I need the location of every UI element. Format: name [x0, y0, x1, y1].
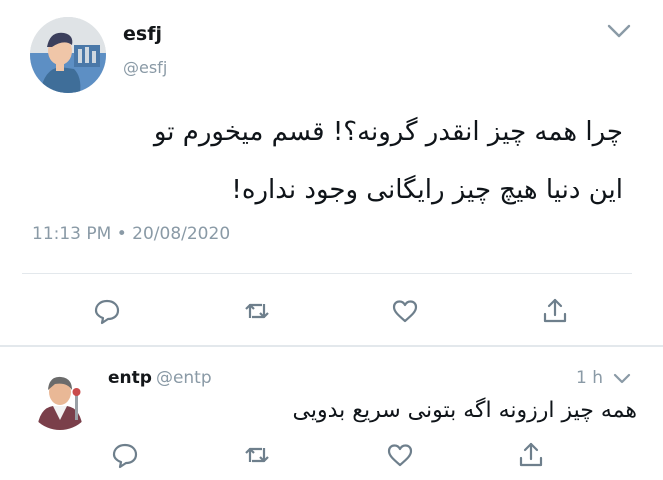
timestamp[interactable]: 11:13 PM • 20/08/2020: [32, 224, 230, 244]
share-icon[interactable]: [540, 296, 570, 326]
display-name[interactable]: esfj: [123, 23, 162, 45]
divider: [22, 273, 632, 274]
reply-header: entp @entp: [108, 368, 212, 388]
thread-divider: [0, 345, 663, 347]
reply-time[interactable]: 1 h: [576, 368, 603, 388]
reply-avatar[interactable]: [27, 364, 93, 430]
retweet-icon[interactable]: [242, 296, 272, 326]
chevron-down-icon[interactable]: [602, 18, 636, 44]
avatar[interactable]: [30, 17, 106, 93]
user-handle[interactable]: @esfj: [123, 58, 167, 77]
like-icon[interactable]: [385, 440, 415, 470]
share-icon[interactable]: [516, 440, 546, 470]
chevron-down-icon[interactable]: [610, 369, 634, 389]
reply-user-handle[interactable]: @entp: [156, 368, 212, 388]
reply-text: همه چیز ارزونه اگه بتونی سریع بدویی: [292, 398, 637, 423]
reply-display-name[interactable]: entp: [108, 368, 152, 388]
retweet-icon[interactable]: [242, 440, 272, 470]
reply-icon[interactable]: [92, 296, 122, 326]
reply-icon[interactable]: [110, 440, 140, 470]
like-icon[interactable]: [390, 296, 420, 326]
tweet-text: چرا همه چیز انقدر گرونه؟! قسم میخورم تو …: [153, 117, 623, 205]
